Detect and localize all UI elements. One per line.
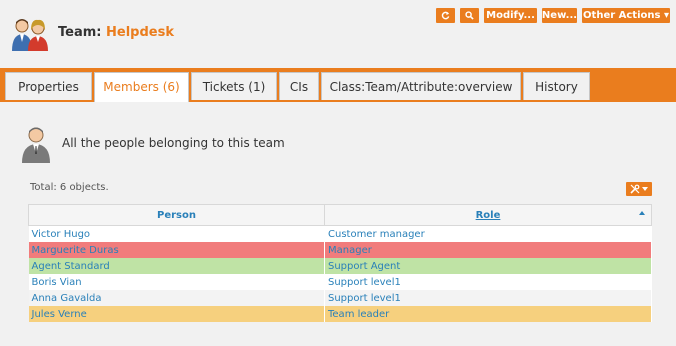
person-link[interactable]: Anna Gavalda (28, 290, 325, 306)
column-role-label: Role (475, 209, 501, 221)
tab-members[interactable]: Members (6) (94, 72, 189, 102)
refresh-button[interactable] (436, 8, 455, 23)
search-button[interactable] (460, 8, 479, 23)
table-tools-button[interactable] (626, 182, 652, 196)
column-role[interactable]: Role (324, 204, 652, 226)
tab-tickets[interactable]: Tickets (1) (191, 72, 277, 100)
tab-history[interactable]: History (523, 72, 590, 100)
members-panel: All the people belonging to this team To… (0, 102, 676, 346)
search-icon (465, 11, 474, 20)
tab-cis[interactable]: CIs (279, 72, 319, 100)
members-description: All the people belonging to this team (62, 136, 285, 150)
page-header: Team: Helpdesk Modify... New... Other Ac… (0, 0, 676, 68)
table-row: Boris Vian Support level1 (28, 274, 652, 290)
page-title: Team: Helpdesk (58, 25, 174, 40)
role-link[interactable]: Manager (324, 242, 652, 258)
role-link[interactable]: Support level1 (324, 290, 652, 306)
chevron-down-icon (642, 187, 648, 191)
table-row: Agent Standard Support Agent (28, 258, 652, 274)
role-link[interactable]: Support level1 (324, 274, 652, 290)
person-icon (22, 127, 50, 163)
members-table: Person Role Victor Hugo Customer manager… (28, 204, 652, 322)
other-actions-button[interactable]: Other Actions ▾ (582, 8, 670, 23)
table-row: Marguerite Duras Manager (28, 242, 652, 258)
table-row: Anna Gavalda Support level1 (28, 290, 652, 306)
tab-bar: Properties Members (6) Tickets (1) CIs C… (0, 68, 676, 102)
table-header-row: Person Role (28, 204, 652, 226)
tools-icon (630, 184, 640, 194)
role-link[interactable]: Support Agent (324, 258, 652, 274)
column-person[interactable]: Person (28, 204, 325, 226)
tab-properties[interactable]: Properties (5, 72, 92, 100)
person-link[interactable]: Boris Vian (28, 274, 325, 290)
person-link[interactable]: Agent Standard (28, 258, 325, 274)
person-link[interactable]: Marguerite Duras (28, 242, 325, 258)
team-icon (12, 19, 48, 51)
table-row: Victor Hugo Customer manager (28, 225, 652, 242)
new-button[interactable]: New... (542, 8, 577, 23)
table-row: Jules Verne Team leader (28, 306, 652, 322)
total-count: Total: 6 objects. (30, 182, 109, 193)
role-link[interactable]: Customer manager (324, 225, 652, 242)
team-name: Helpdesk (106, 25, 174, 40)
modify-button[interactable]: Modify... (484, 8, 537, 23)
refresh-icon (441, 11, 450, 20)
action-toolbar: Modify... New... Other Actions ▾ (436, 8, 670, 23)
tab-overview[interactable]: Class:Team/Attribute:overview (321, 72, 521, 100)
person-link[interactable]: Victor Hugo (28, 225, 325, 242)
person-link[interactable]: Jules Verne (28, 306, 325, 322)
sort-ascending-icon (639, 211, 645, 215)
title-prefix: Team: (58, 25, 102, 40)
role-link[interactable]: Team leader (324, 306, 652, 322)
